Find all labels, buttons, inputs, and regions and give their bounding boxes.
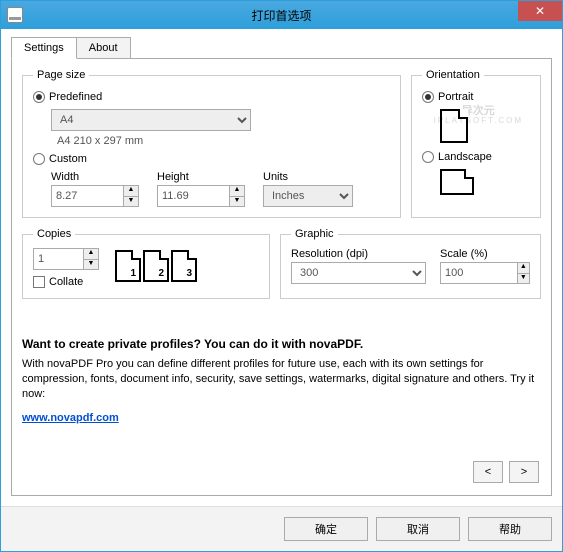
width-input[interactable]: ▲▼ (51, 185, 139, 207)
promo-link[interactable]: www.novapdf.com (22, 412, 119, 424)
footer: 确定 取消 帮助 (1, 506, 562, 551)
radio-landscape[interactable]: Landscape (422, 151, 530, 163)
radio-label: Landscape (438, 151, 492, 163)
help-button[interactable]: 帮助 (468, 517, 552, 541)
group-copies: Copies ▲▼ Collate (22, 228, 270, 299)
tabstrip: Settings About (11, 37, 552, 59)
nav-next-button[interactable]: > (509, 461, 539, 483)
collate-checkbox[interactable]: Collate (33, 276, 99, 288)
group-graphic: Graphic Resolution (dpi) 300 Scale (%) (280, 228, 541, 299)
spin-down-icon[interactable]: ▼ (517, 273, 530, 285)
height-input[interactable]: ▲▼ (157, 185, 245, 207)
radio-label: Custom (49, 153, 87, 165)
spin-down-icon[interactable]: ▼ (123, 196, 139, 208)
promo-text: With novaPDF Pro you can define differen… (22, 357, 541, 402)
graphic-legend: Graphic (291, 228, 338, 240)
radio-custom[interactable]: Custom (33, 153, 390, 165)
group-orientation: Orientation Portrait Landscape (411, 69, 541, 218)
scale-input[interactable]: ▲▼ (440, 262, 530, 284)
window-title: 打印首选项 (1, 7, 562, 24)
orientation-legend: Orientation (422, 69, 484, 81)
width-label: Width (51, 171, 139, 183)
radio-label: Predefined (49, 91, 102, 103)
window-body: Settings About 异次元IPLAYSOFT.COM Page siz… (1, 29, 562, 506)
spin-up-icon[interactable]: ▲ (123, 185, 139, 196)
copies-input[interactable]: ▲▼ (33, 248, 99, 270)
radio-icon (33, 153, 45, 165)
page-dims: A4 210 x 297 mm (57, 135, 390, 147)
page-size-legend: Page size (33, 69, 89, 81)
ok-button[interactable]: 确定 (284, 517, 368, 541)
nav-prev-button[interactable]: < (473, 461, 503, 483)
spin-up-icon[interactable]: ▲ (83, 248, 99, 259)
landscape-icon (440, 169, 474, 195)
copies-legend: Copies (33, 228, 75, 240)
collate-preview-icon: 1 2 3 (115, 248, 197, 282)
titlebar: 打印首选项 ✕ (1, 1, 562, 29)
window: 打印首选项 ✕ Settings About 异次元IPLAYSOFT.COM … (0, 0, 563, 552)
radio-icon (422, 91, 434, 103)
spin-up-icon[interactable]: ▲ (229, 185, 245, 196)
radio-portrait[interactable]: Portrait (422, 91, 530, 103)
promo: Want to create private profiles? You can… (22, 337, 541, 424)
spin-down-icon[interactable]: ▼ (83, 259, 99, 271)
radio-label: Portrait (438, 91, 473, 103)
radio-icon (33, 91, 45, 103)
predefined-select[interactable]: A4 (51, 109, 251, 131)
scale-label: Scale (%) (440, 248, 530, 260)
checkbox-icon (33, 276, 45, 288)
promo-title: Want to create private profiles? You can… (22, 337, 541, 351)
radio-icon (422, 151, 434, 163)
units-select[interactable]: Inches (263, 185, 353, 207)
units-label: Units (263, 171, 353, 183)
checkbox-label: Collate (49, 276, 83, 288)
resolution-select[interactable]: 300 (291, 262, 426, 284)
spin-down-icon[interactable]: ▼ (229, 196, 245, 208)
spin-up-icon[interactable]: ▲ (517, 262, 530, 273)
tab-panel-settings: 异次元IPLAYSOFT.COM Page size Predefined A4… (11, 58, 552, 496)
tab-settings[interactable]: Settings (11, 37, 77, 59)
group-page-size: Page size Predefined A4 A4 210 x 297 mm … (22, 69, 401, 218)
resolution-label: Resolution (dpi) (291, 248, 426, 260)
portrait-icon (440, 109, 468, 143)
radio-predefined[interactable]: Predefined (33, 91, 390, 103)
height-label: Height (157, 171, 245, 183)
tab-about[interactable]: About (76, 37, 131, 59)
cancel-button[interactable]: 取消 (376, 517, 460, 541)
